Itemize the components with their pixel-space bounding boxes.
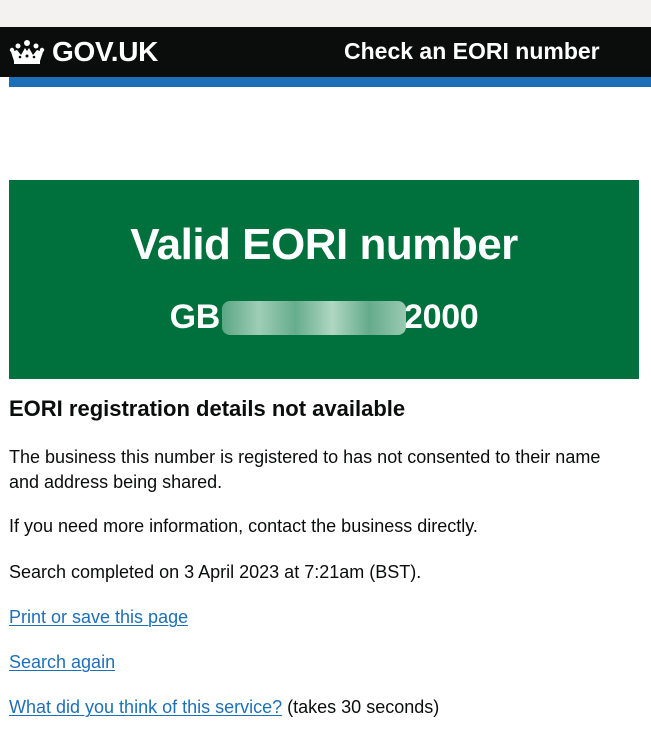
search-again-paragraph: Search again (9, 650, 629, 675)
panel-title: Valid EORI number (130, 220, 518, 269)
details-heading: EORI registration details not available (9, 396, 406, 421)
search-completed-paragraph: Search completed on 3 April 2023 at 7:21… (9, 562, 422, 582)
contact-paragraph: If you need more information, contact th… (9, 516, 478, 536)
confirmation-panel: Valid EORI number GB 2000 (9, 180, 639, 379)
feedback-paragraph: What did you think of this service? (tak… (9, 695, 629, 720)
govuk-logo-link[interactable]: GOV.UK (9, 36, 158, 68)
header-blue-bar (9, 77, 651, 87)
print-or-save-link[interactable]: Print or save this page (9, 607, 188, 627)
eori-number-suffix: 2000 (403, 298, 479, 336)
consent-paragraph: The business this number is registered t… (9, 447, 601, 492)
feedback-link[interactable]: What did you think of this service? (9, 697, 282, 717)
browser-top-strip (0, 0, 651, 27)
eori-number-prefix: GB (169, 298, 221, 336)
service-name-link[interactable]: Check an EORI number (344, 38, 600, 65)
redacted-eori-digits (222, 301, 406, 335)
crown-icon (9, 40, 45, 64)
feedback-duration: (takes 30 seconds) (287, 697, 440, 717)
search-again-link[interactable]: Search again (9, 652, 115, 672)
govuk-header: GOV.UK Check an EORI number (0, 27, 651, 77)
logo-text: GOV.UK (52, 36, 159, 67)
print-link-paragraph: Print or save this page (9, 605, 629, 630)
